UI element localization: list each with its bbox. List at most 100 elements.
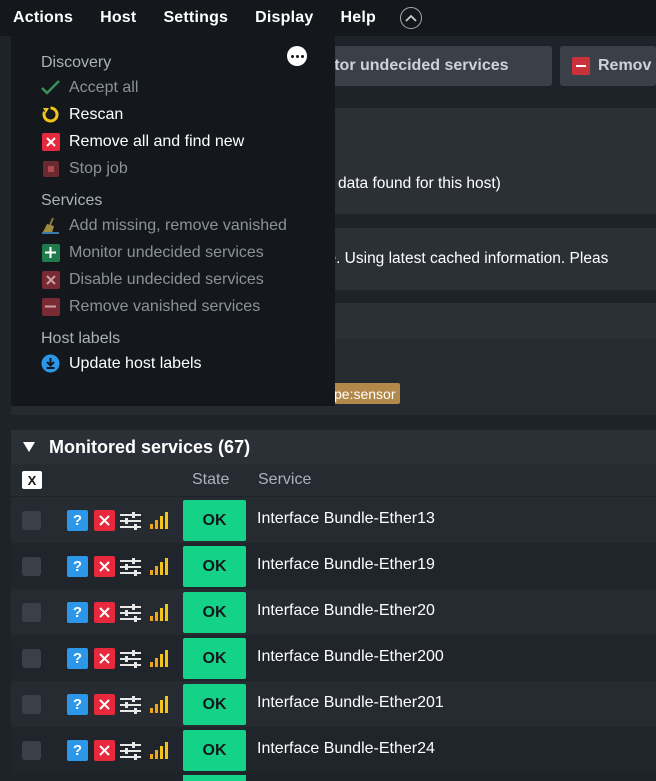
status-badge: OK [183, 500, 246, 541]
help-icon[interactable]: ? [67, 648, 88, 669]
plus-icon [41, 243, 60, 262]
column-state: State [192, 471, 230, 488]
status-badge: OK [183, 684, 246, 725]
table-row: ? OK Interface Bundle-Ether200 [11, 635, 656, 681]
menu-display[interactable]: Display [255, 9, 313, 27]
graph-icon[interactable] [148, 740, 169, 761]
monitored-services-header[interactable]: Monitored services (67) [11, 430, 656, 464]
rescan-icon [41, 105, 60, 124]
discovery-page: Actions Host Settings Display Help nitor… [0, 0, 656, 781]
add-missing-remove-vanished-item[interactable]: Add missing, remove vanished [41, 212, 335, 239]
row-checkbox[interactable] [22, 557, 41, 576]
parameters-icon[interactable] [120, 694, 141, 715]
service-name[interactable]: Interface Bundle-Ether19 [257, 556, 435, 574]
section-host-labels: Host labels [41, 330, 121, 347]
parameters-icon[interactable] [120, 510, 141, 531]
row-checkbox[interactable] [22, 649, 41, 668]
row-checkbox[interactable] [22, 511, 41, 530]
update-host-labels-item[interactable]: Update host labels [41, 350, 335, 377]
monitor-undecided-label-menu: Monitor undecided services [69, 243, 264, 261]
chevron-up-icon [405, 14, 417, 22]
close-icon [41, 270, 60, 289]
minus-icon [41, 297, 60, 316]
row-checkbox[interactable] [22, 695, 41, 714]
more-options-icon[interactable] [287, 46, 307, 66]
services-column-header: X State Service [11, 464, 656, 496]
remove-icon[interactable] [94, 510, 115, 531]
disable-undecided-label: Disable undecided services [69, 270, 264, 288]
status-badge: OK [183, 730, 246, 771]
remove-all-find-new-label: Remove all and find new [69, 132, 245, 150]
menu-settings[interactable]: Settings [163, 9, 228, 27]
download-icon [41, 354, 60, 373]
no-data-text: data found for this host) [338, 175, 501, 192]
status-badge: OK [183, 546, 246, 587]
monitor-undecided-label: nitor undecided services [320, 57, 509, 74]
parameters-icon[interactable] [120, 556, 141, 577]
stop-job-label: Stop job [69, 159, 128, 177]
service-name[interactable]: Interface Bundle-Ether24 [257, 740, 435, 758]
row-checkbox[interactable] [22, 741, 41, 760]
remove-vanished-item[interactable]: Remove vanished services [41, 293, 335, 320]
help-icon[interactable]: ? [67, 694, 88, 715]
table-row: ? OK Interface Bundle-Ether24 [11, 727, 656, 773]
column-service: Service [258, 471, 312, 488]
remove-icon[interactable] [94, 648, 115, 669]
monitored-services-title: Monitored services (67) [49, 436, 251, 457]
remove-vanished-label-menu: Remove vanished services [69, 297, 261, 315]
menu-bar: Actions Host Settings Display Help [0, 0, 656, 36]
menu-actions[interactable]: Actions [13, 9, 73, 27]
parameters-icon[interactable] [120, 648, 141, 669]
rescan-label: Rescan [69, 105, 124, 123]
minus-icon [572, 57, 590, 75]
remove-icon[interactable] [94, 602, 115, 623]
add-missing-remove-vanished-label: Add missing, remove vanished [69, 216, 287, 234]
monitor-undecided-item[interactable]: Monitor undecided services [41, 239, 335, 266]
collapse-menu-button[interactable] [399, 7, 422, 29]
update-host-labels-label: Update host labels [69, 354, 202, 372]
menu-host[interactable]: Host [100, 9, 136, 27]
accept-all-item[interactable]: Accept all [41, 74, 335, 101]
row-checkbox[interactable] [22, 603, 41, 622]
cache-warning-text: le. Using latest cached information. Ple… [324, 250, 609, 267]
disable-undecided-item[interactable]: Disable undecided services [41, 266, 335, 293]
table-row: ? OK Interface Bundle-Ether13 [11, 497, 656, 543]
remove-icon[interactable] [94, 556, 115, 577]
stop-job-item[interactable]: Stop job [41, 155, 335, 182]
section-services: Services [41, 192, 103, 209]
service-name[interactable]: Interface Bundle-Ether201 [257, 694, 444, 712]
status-badge: OK [183, 638, 246, 679]
graph-icon[interactable] [148, 694, 169, 715]
collapse-triangle-icon [23, 442, 35, 452]
remove-all-icon [41, 132, 60, 151]
help-icon[interactable]: ? [67, 602, 88, 623]
remove-all-find-new-item[interactable]: Remove all and find new [41, 128, 335, 155]
status-badge: OK [183, 592, 246, 633]
graph-icon[interactable] [148, 556, 169, 577]
graph-icon[interactable] [148, 602, 169, 623]
service-name[interactable]: Interface Bundle-Ether200 [257, 648, 444, 666]
stop-icon [41, 159, 60, 178]
graph-icon[interactable] [148, 648, 169, 669]
table-row: ? OK Interface Bundle-Ether19 [11, 543, 656, 589]
broom-icon [41, 216, 60, 235]
toggle-all-checkbox[interactable]: X [22, 471, 42, 489]
remove-vanished-button[interactable]: Remov [560, 46, 656, 86]
remove-vanished-label: Remov [598, 57, 652, 74]
help-icon[interactable]: ? [67, 740, 88, 761]
parameters-icon[interactable] [120, 602, 141, 623]
table-row: ? OK Interface Bundle-Ether201 [11, 681, 656, 727]
remove-icon[interactable] [94, 694, 115, 715]
rescan-item[interactable]: Rescan [41, 101, 335, 128]
table-row: ? OK Interface Bundle-Ether20 [11, 589, 656, 635]
service-name[interactable]: Interface Bundle-Ether20 [257, 602, 435, 620]
menu-help[interactable]: Help [340, 9, 375, 27]
service-name[interactable]: Interface Bundle-Ether13 [257, 510, 435, 528]
parameters-icon[interactable] [120, 740, 141, 761]
remove-icon[interactable] [94, 740, 115, 761]
help-icon[interactable]: ? [67, 556, 88, 577]
next-row-ok-badge [183, 775, 246, 781]
graph-icon[interactable] [148, 510, 169, 531]
help-icon[interactable]: ? [67, 510, 88, 531]
accept-all-label: Accept all [69, 78, 139, 96]
